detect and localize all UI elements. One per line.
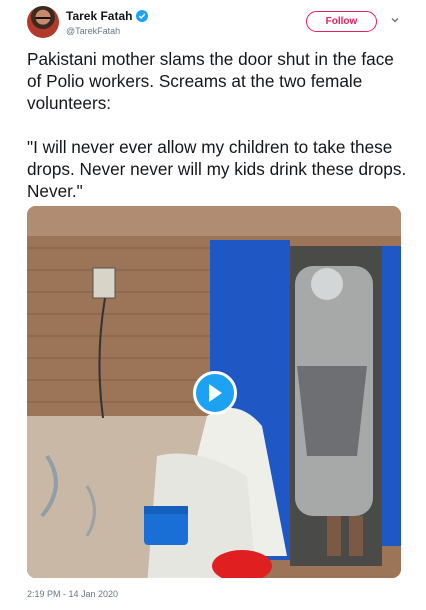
video-player[interactable] bbox=[27, 206, 401, 578]
author-name[interactable]: Tarek Fatah bbox=[66, 9, 132, 23]
tweet-card: Tarek Fatah @TarekFatah Follow Pakistani… bbox=[0, 0, 426, 610]
author-avatar[interactable] bbox=[27, 6, 59, 38]
verified-badge-icon bbox=[136, 10, 149, 22]
avatar-glasses bbox=[35, 17, 51, 23]
play-icon[interactable] bbox=[193, 371, 237, 415]
chevron-down-icon[interactable] bbox=[389, 14, 401, 26]
tweet-text-paragraph-2: "I will never ever allow my children to … bbox=[27, 137, 407, 201]
tweet-text-paragraph-1: Pakistani mother slams the door shut in … bbox=[27, 49, 394, 113]
author-handle[interactable]: @TarekFatah bbox=[66, 26, 120, 36]
tweet-timestamp[interactable]: 2:19 PM - 14 Jan 2020 bbox=[27, 589, 118, 599]
tweet-text: Pakistani mother slams the door shut in … bbox=[27, 48, 407, 202]
author-name-row: Tarek Fatah bbox=[66, 9, 149, 23]
follow-button[interactable]: Follow bbox=[306, 11, 377, 32]
